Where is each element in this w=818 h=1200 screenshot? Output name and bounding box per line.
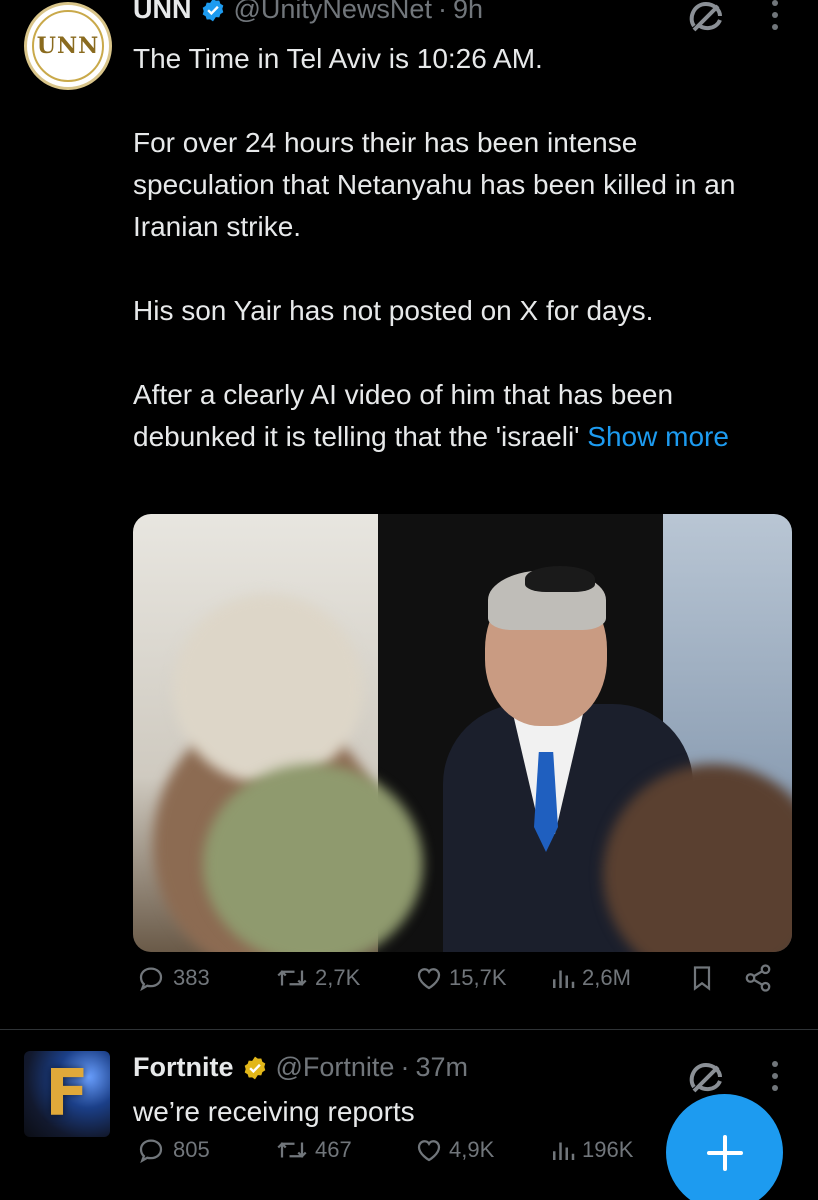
separator-dot: · (400, 1052, 410, 1082)
display-name[interactable]: UNN (133, 0, 192, 25)
like-icon (417, 1140, 441, 1162)
reply-count: 383 (173, 965, 210, 990)
repost-count: 467 (315, 1137, 352, 1162)
tweet-header: UNN @UnityNewsNet · 9h (133, 0, 483, 25)
views-button[interactable]: 196K (548, 1135, 633, 1165)
show-more-link[interactable]: Show more (587, 421, 729, 452)
views-icon (553, 970, 575, 988)
reply-button[interactable]: 805 (133, 1135, 210, 1165)
photo-figure (525, 566, 595, 592)
timeline: UNN UNN @UnityNewsNet · 9h The Time in T… (0, 0, 818, 1200)
like-count: 15,7K (449, 965, 507, 990)
compose-plus-icon (706, 1134, 743, 1171)
photo-blur (203, 764, 423, 952)
more-icon[interactable] (768, 1059, 782, 1093)
handle[interactable]: @Fortnite (276, 1052, 395, 1083)
views-button[interactable]: 2,6M (548, 963, 631, 993)
repost-icon (277, 970, 307, 986)
tweet-paragraph: His son Yair has not posted on X for day… (133, 295, 654, 326)
display-name[interactable]: Fortnite (133, 1052, 234, 1083)
timestamp[interactable]: 9h (453, 0, 483, 25)
grok-icon[interactable] (684, 0, 728, 38)
divider (0, 1029, 818, 1030)
repost-button[interactable]: 467 (273, 1135, 352, 1165)
reply-count: 805 (173, 1137, 210, 1162)
views-count: 196K (582, 1137, 634, 1162)
repost-button[interactable]: 2,7K (273, 963, 360, 993)
photo-blur (173, 594, 363, 784)
verified-badge-icon (200, 0, 226, 23)
repost-count: 2,7K (315, 965, 361, 990)
tweet-text: The Time in Tel Aviv is 10:26 AM. For ov… (133, 38, 783, 458)
share-button[interactable] (743, 963, 777, 993)
timestamp[interactable]: 37m (415, 1052, 468, 1083)
avatar-logo-text: F (45, 1057, 89, 1131)
reply-icon (139, 967, 163, 992)
views-count: 2,6M (582, 965, 631, 990)
reply-button[interactable]: 383 (133, 963, 210, 993)
views-icon (553, 1142, 575, 1160)
handle[interactable]: @UnityNewsNet (234, 0, 432, 25)
tweet-paragraph-last: After a clearly AI video of him that has… (133, 374, 783, 458)
tweet-header: Fortnite @Fortnite · 37m (133, 1052, 468, 1083)
avatar[interactable]: F (24, 1051, 110, 1137)
like-button[interactable]: 4,9K (413, 1135, 494, 1165)
avatar[interactable]: UNN (24, 2, 112, 90)
more-icon[interactable] (768, 0, 782, 32)
avatar-logo-text: UNN (36, 33, 100, 59)
repost-icon (277, 1142, 307, 1158)
reply-icon (139, 1139, 163, 1164)
like-count: 4,9K (449, 1137, 495, 1162)
tweet-paragraph: For over 24 hours their has been intense… (133, 127, 736, 242)
bookmark-button[interactable] (688, 962, 720, 994)
verified-badge-icon (242, 1055, 268, 1081)
tweet-paragraph: The Time in Tel Aviv is 10:26 AM. (133, 43, 543, 74)
like-icon (417, 968, 441, 990)
separator-dot: · (437, 0, 447, 24)
tweet-photo[interactable] (133, 514, 792, 952)
tweet-unn[interactable]: UNN UNN @UnityNewsNet · 9h The Time in T… (0, 0, 818, 1030)
share-icon (745, 964, 771, 992)
compose-button[interactable] (666, 1094, 783, 1200)
like-button[interactable]: 15,7K (413, 963, 507, 993)
bookmark-icon (693, 966, 711, 991)
